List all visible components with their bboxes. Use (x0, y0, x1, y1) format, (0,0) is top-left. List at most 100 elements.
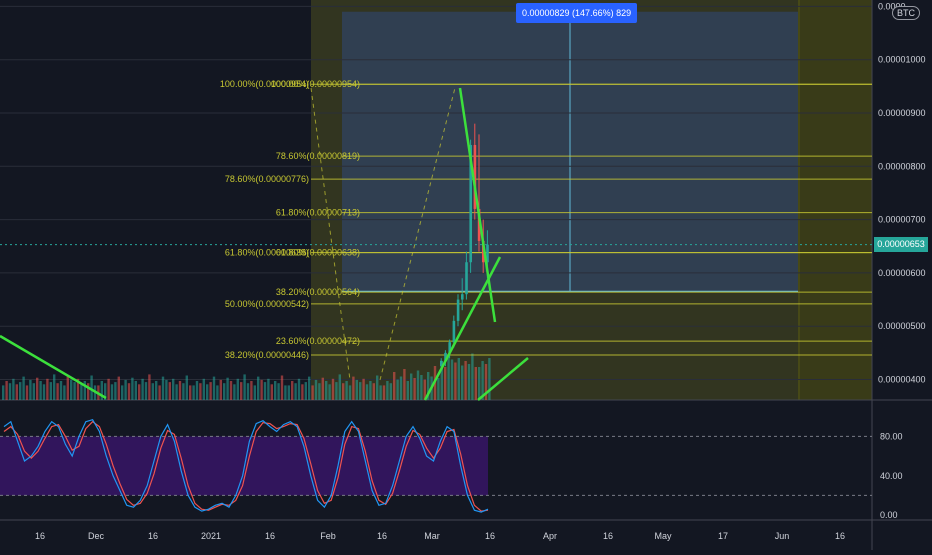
volume-bar (66, 376, 69, 400)
time-tick-label: 16 (603, 531, 613, 541)
volume-bar (280, 375, 284, 400)
volume-bar (403, 369, 406, 400)
volume-bar (338, 374, 341, 400)
fib-level-label: 78.60%(0.00000819) (276, 151, 360, 161)
volume-bar (29, 379, 32, 400)
volume-bar (389, 383, 392, 400)
volume-bar (437, 378, 440, 400)
volume-bar (124, 379, 127, 400)
fib-level-label: 61.80%(0.00000713) (276, 208, 360, 218)
stoch-tick-label: 0.00 (880, 510, 898, 520)
volume-bar (49, 382, 52, 400)
volume-bar (274, 381, 277, 400)
volume-bar (138, 384, 141, 400)
volume-bar (70, 379, 73, 400)
time-tick-label: 17 (718, 531, 728, 541)
volume-bar (359, 382, 362, 400)
fib-level-label: 38.20%(0.00000446) (225, 350, 309, 360)
volume-bar (362, 378, 365, 400)
volume-bar (447, 355, 450, 400)
volume-bar (318, 383, 321, 400)
chart-canvas[interactable]: 100.00%(0.00000954)100.00%(0.00000954)78… (0, 0, 932, 550)
volume-bar (5, 381, 8, 400)
candle-body (461, 294, 464, 300)
volume-bar (12, 378, 15, 400)
volume-bar (365, 384, 369, 400)
volume-bar (263, 382, 267, 400)
volume-bar (110, 384, 114, 400)
volume-bar (155, 381, 158, 400)
volume-bar (314, 379, 318, 400)
volume-bar (325, 381, 328, 400)
time-tick-label: 16 (265, 531, 275, 541)
currency-badge[interactable]: BTC (892, 6, 920, 20)
volume-bar (399, 376, 403, 400)
volume-bar (15, 384, 18, 400)
volume-bar (382, 385, 386, 400)
volume-bar (206, 384, 209, 400)
volume-bar (63, 385, 66, 400)
time-tick-label: Jun (775, 531, 790, 541)
volume-bar (250, 381, 253, 400)
volume-bar (331, 378, 335, 400)
price-tick-label: 0.00000500 (878, 321, 926, 331)
volume-bar (257, 376, 260, 400)
volume-bar (270, 384, 273, 400)
last-price-tag: 0.00000653 (874, 237, 928, 252)
volume-bar (42, 384, 46, 400)
fib-level-label: 78.60%(0.00000776) (225, 174, 309, 184)
price-tick-label: 0.00000400 (878, 375, 926, 385)
volume-bar (287, 385, 290, 400)
volume-bar (342, 383, 345, 400)
fib-level-label: 23.60%(0.00000472) (276, 336, 360, 346)
volume-bar (406, 381, 409, 400)
time-tick-label: Feb (320, 531, 336, 541)
volume-bar (117, 376, 120, 400)
volume-bar (189, 385, 192, 400)
volume-bar (311, 385, 314, 400)
time-tick-label: 16 (35, 531, 45, 541)
volume-bar (461, 365, 464, 400)
price-tick-label: 0.00001000 (878, 55, 926, 65)
volume-bar (246, 383, 250, 400)
volume-bar (345, 381, 348, 400)
volume-bar (471, 353, 474, 400)
volume-bar (46, 378, 49, 400)
volume-bar (416, 370, 420, 400)
volume-bar (80, 384, 83, 400)
volume-bar (301, 384, 304, 400)
volume-bar (355, 379, 358, 400)
volume-bar (396, 379, 399, 400)
volume-bar (25, 385, 29, 400)
price-tick-label: 0.00000600 (878, 268, 926, 278)
volume-bar (107, 378, 110, 400)
volume-bar (209, 382, 212, 400)
volume-bar (192, 385, 195, 400)
price-tick-label: 0.00000900 (878, 108, 926, 118)
time-tick-label: Apr (543, 531, 557, 541)
volume-bar (114, 382, 117, 400)
volume-bar (348, 385, 352, 400)
price-tick-label: 0.00000700 (878, 215, 926, 225)
chart-area[interactable]: 100.00%(0.00000954) 100.00%(0.00000954) 78… (0, 0, 932, 550)
volume-bar (2, 385, 5, 400)
volume-bar (144, 382, 148, 400)
volume-bar (393, 372, 396, 400)
volume-bar (172, 378, 175, 400)
time-tick-label: 2021 (201, 531, 221, 541)
volume-bar (233, 384, 236, 400)
volume-bar (56, 383, 59, 400)
volume-bar (297, 378, 301, 400)
volume-bar (267, 378, 270, 400)
volume-bar (474, 367, 477, 400)
fib-level-label: 100.00%(0.00000954) (271, 79, 360, 89)
volume-bar (161, 376, 165, 400)
price-axis[interactable]: 0.00000400 0.00000500 0.00000600 0.00000700… (878, 1, 926, 384)
volume-bar (372, 383, 375, 400)
time-tick-label: 16 (835, 531, 845, 541)
volume-bar (454, 362, 457, 400)
time-axis[interactable]: 16 Dec 16 2021 16 Feb 16 Mar 16 Apr 16 May 17 Jun 16 (35, 531, 845, 541)
candle-body (456, 299, 460, 321)
volume-bar (127, 383, 131, 400)
volume-bar (199, 383, 202, 400)
